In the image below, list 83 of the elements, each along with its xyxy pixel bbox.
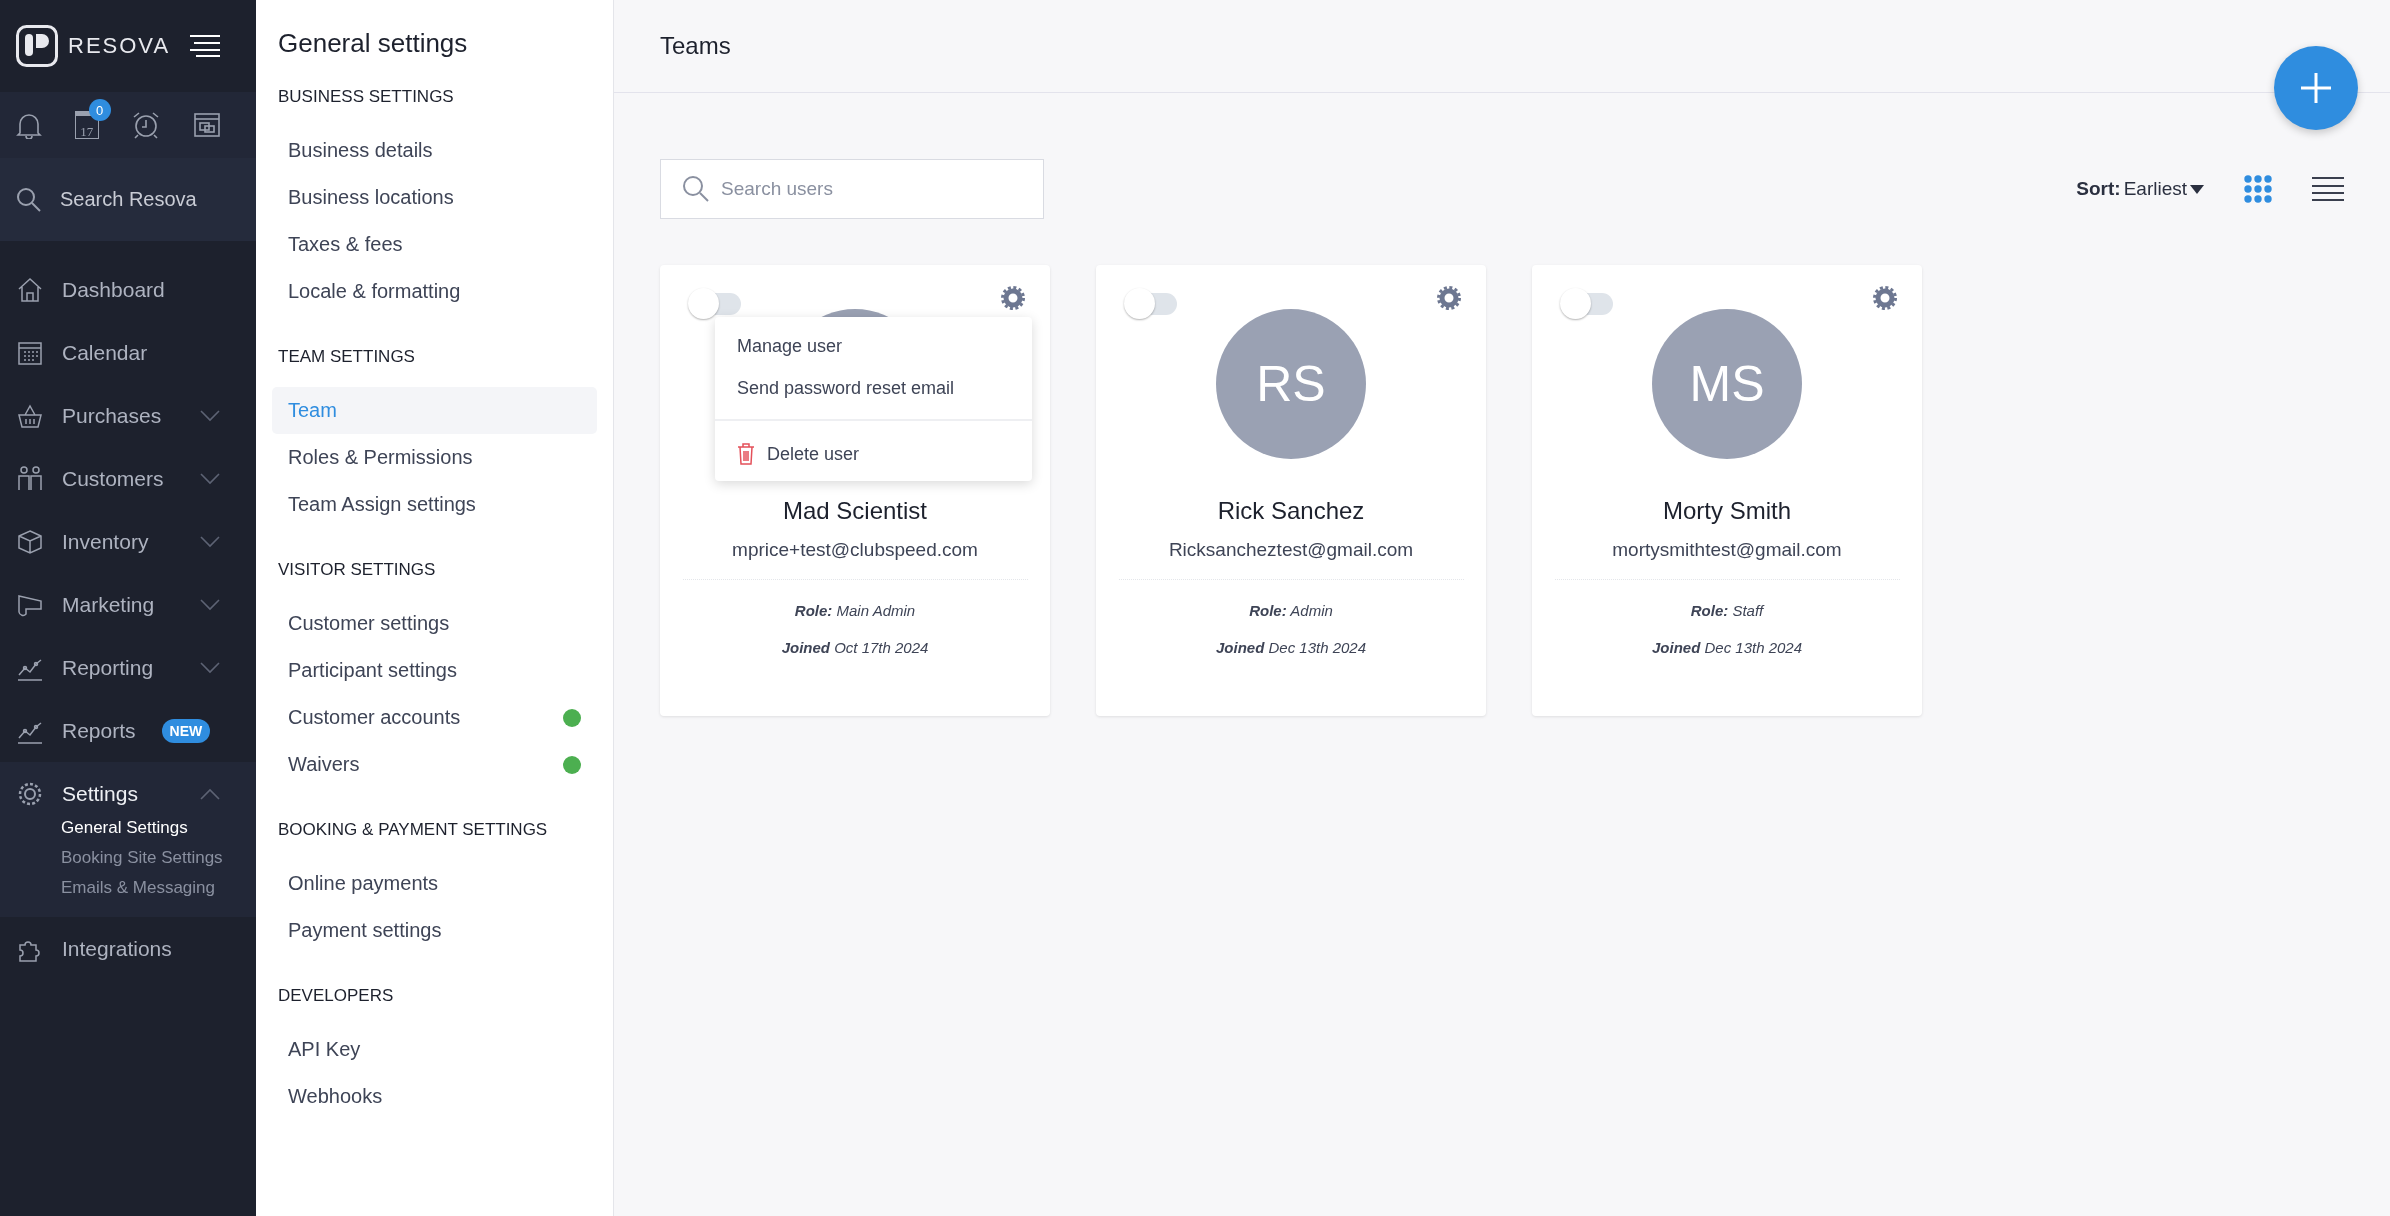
trash-icon [737, 443, 755, 465]
panel-link[interactable]: Customer accounts [272, 694, 597, 741]
nav-item[interactable]: Purchases [0, 384, 256, 447]
menu-icon[interactable] [190, 35, 220, 57]
caret-icon [2190, 184, 2204, 194]
toggle-switch[interactable] [1123, 287, 1179, 321]
panel-link[interactable]: Waivers [272, 741, 597, 788]
panel-link[interactable]: Participant settings [272, 647, 597, 694]
notification-badge: 0 [88, 99, 111, 121]
nav-item[interactable]: Integrations [0, 917, 256, 980]
avatar: RS [1216, 309, 1366, 459]
user-email: mprice+test@clubspeed.com [732, 539, 978, 561]
logo-icon [16, 25, 58, 67]
panel-link[interactable]: Team Assign settings [272, 481, 597, 528]
list-view-icon[interactable] [2312, 177, 2344, 201]
section-heading: TEAM SETTINGS [278, 347, 416, 367]
search-icon [16, 186, 42, 213]
panel-link[interactable]: Customer settings [272, 600, 597, 647]
panel-link[interactable]: API Key [272, 1026, 597, 1073]
chevron-down-icon[interactable] [200, 598, 220, 611]
people-icon [16, 464, 44, 493]
user-role: Role: Staff [1690, 602, 1764, 619]
panel-link[interactable]: Online payments [272, 860, 597, 907]
menu-item[interactable]: Delete user [715, 433, 1032, 475]
grid-view-icon[interactable] [2244, 175, 2272, 203]
user-name: Rick Sanchez [1217, 497, 1365, 525]
menu-item[interactable]: Send password reset email [715, 367, 1032, 409]
toggle-switch[interactable] [1559, 287, 1615, 321]
panel-link[interactable]: Business locations [272, 174, 597, 221]
nav-item[interactable]: Reports NEW [0, 699, 256, 762]
panel-link[interactable]: Locale & formatting [272, 268, 597, 315]
home-icon [16, 275, 44, 304]
user-role: Role: Main Admin [794, 602, 916, 619]
nav-item[interactable]: Reporting [0, 636, 256, 699]
user-email: mortysmithtest@gmail.com [1612, 539, 1842, 561]
section-heading: DEVELOPERS [278, 986, 395, 1006]
panel-title: General settings [278, 28, 469, 59]
settings-icon[interactable] [1872, 285, 1898, 311]
user-name: Morty Smith [1663, 497, 1791, 525]
panel-link[interactable]: Business details [272, 127, 597, 174]
brand-name: RESOVA [68, 33, 171, 59]
chevron-down-icon[interactable] [200, 661, 220, 674]
panel-link[interactable]: Taxes & fees [272, 221, 597, 268]
search-field[interactable]: Search users [660, 159, 1044, 219]
page-title: Teams [660, 32, 731, 60]
windows-icon[interactable] [193, 113, 220, 137]
user-joined: Joined Dec 13th 2024 [1215, 639, 1367, 656]
section-heading: BUSINESS SETTINGS [278, 87, 455, 107]
settings-icon[interactable] [1000, 285, 1026, 311]
new-badge: NEW [161, 718, 211, 743]
section-heading: BOOKING & PAYMENT SETTINGS [278, 820, 549, 840]
search-button[interactable]: Search Resova [0, 158, 256, 241]
avatar: MS [1652, 309, 1802, 459]
submenu-link[interactable]: Booking Site Settings [61, 843, 256, 873]
chevron-up-icon[interactable] [200, 787, 220, 800]
add-button[interactable] [2274, 46, 2358, 130]
user-name: Mad Scientist [782, 497, 928, 525]
bell-icon[interactable] [16, 111, 42, 139]
nav-item[interactable]: Dashboard [0, 258, 256, 321]
nav-item[interactable]: Customers [0, 447, 256, 510]
user-role: Role: Admin [1249, 602, 1333, 619]
nav-item[interactable]: Marketing [0, 573, 256, 636]
nav-item[interactable]: Inventory [0, 510, 256, 573]
sort-dropdown[interactable]: Sort:Earliest [2076, 178, 2204, 200]
chevron-down-icon[interactable] [200, 535, 220, 548]
settings-icon[interactable] [1436, 285, 1462, 311]
toggle-switch[interactable] [687, 287, 743, 321]
submenu-link[interactable]: Emails & Messaging [61, 873, 256, 903]
submenu-link[interactable]: General Settings [61, 813, 256, 843]
search-icon [682, 175, 710, 203]
chevron-down-icon[interactable] [200, 472, 220, 485]
chevron-down-icon[interactable] [200, 409, 220, 422]
user-joined: Joined Oct 17th 2024 [781, 639, 929, 656]
menu-item[interactable]: Manage user [715, 325, 1032, 367]
panel-link[interactable]: Webhooks [272, 1073, 597, 1120]
nav-item[interactable]: Calendar [0, 321, 256, 384]
panel-link[interactable]: Roles & Permissions [272, 434, 597, 481]
box-icon [16, 527, 44, 556]
section-heading: VISITOR SETTINGS [278, 560, 437, 580]
user-joined: Joined Dec 13th 2024 [1651, 639, 1803, 656]
panel-link[interactable]: Payment settings [272, 907, 597, 954]
plus-icon [2299, 71, 2333, 105]
user-email: Ricksancheztest@gmail.com [1168, 539, 1414, 561]
